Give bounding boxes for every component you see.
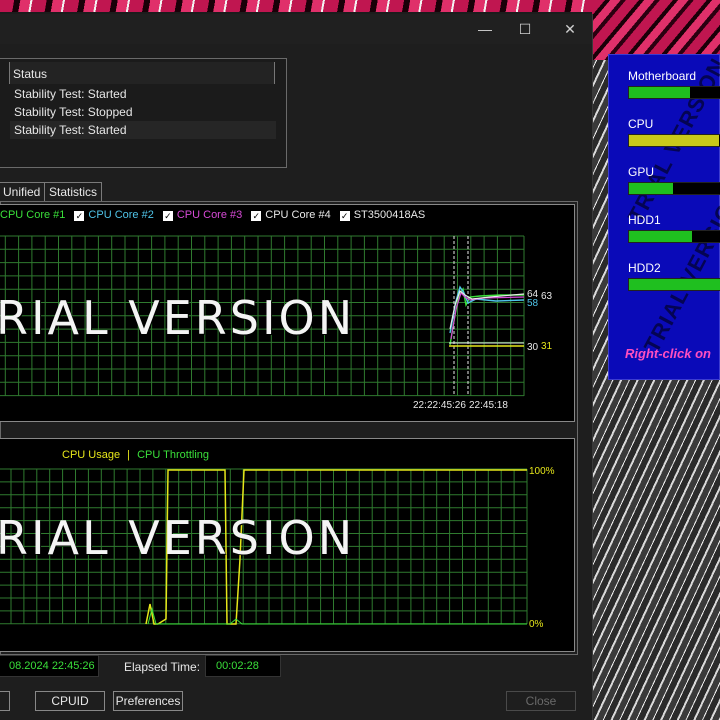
gadget-sensor-bar	[628, 134, 720, 147]
time-label-start: 22:	[413, 400, 427, 411]
status-list[interactable]: Status Stability Test: Started Stability…	[0, 58, 287, 168]
value-label-hdd: 30	[527, 342, 539, 353]
usage-min-label: 0%	[529, 619, 544, 630]
status-column-header[interactable]: Status	[9, 62, 275, 84]
cpu-usage-graph: CPU Usage | CPU Throttling RIAL VERSION …	[0, 438, 575, 652]
preferences-button[interactable]: Preferences	[113, 691, 183, 711]
gadget-sensor-hdd1: HDD1	[628, 213, 720, 243]
close-window-button[interactable]: ✕	[561, 20, 579, 38]
gadget-sensor-label: Motherboard	[628, 69, 697, 83]
gadget-sensor-fill	[629, 87, 690, 98]
start-time-field: 08.2024 22:45:26	[0, 655, 99, 677]
graphs-panel: CPU Core #1 ✓ CPU Core #2 ✓ CPU Core #3 ✓ CPU …	[0, 201, 578, 655]
gadget-sensor-label: HDD1	[628, 213, 661, 227]
close-button[interactable]: Close	[506, 691, 576, 711]
status-header-label: Status	[13, 67, 48, 81]
gadget-sensor-cpu: CPU	[628, 117, 720, 147]
gadget-sensor-bar	[628, 230, 720, 243]
temperature-graph: CPU Core #1 ✓ CPU Core #2 ✓ CPU Core #3 ✓ CPU …	[0, 204, 575, 422]
wallpaper-strip	[0, 0, 600, 12]
value-label-core2: 58	[527, 298, 539, 309]
tab-statistics[interactable]: Statistics	[44, 182, 103, 202]
time-label-current: 22:45:26	[427, 400, 466, 411]
value-label-hdd-max: 31	[541, 341, 553, 352]
time-label-previous: 22:45:18	[469, 400, 508, 411]
elapsed-time-field: 00:02:28	[205, 655, 281, 677]
gadget-hint: Right-click on	[625, 346, 711, 361]
elapsed-time-label: Elapsed Time:	[124, 660, 201, 674]
gadget-sensor-label: HDD2	[628, 261, 661, 275]
trial-watermark: RIAL VERSION	[0, 291, 356, 345]
status-row[interactable]: Stability Test: Started	[10, 85, 276, 103]
clear-button[interactable]	[0, 691, 10, 711]
wallpaper-top	[592, 0, 720, 60]
gadget-sensor-gpu: GPU	[628, 165, 720, 195]
gadget-sensor-bar	[628, 278, 720, 291]
gadget-sensor-motherboard: Motherboard	[628, 69, 720, 99]
minimize-button[interactable]: —	[476, 20, 494, 38]
tab-unified[interactable]: Unified	[0, 182, 46, 202]
gadget-sensor-hdd2: HDD2	[628, 261, 720, 291]
gadget-sensor-label: CPU	[628, 117, 654, 131]
usage-max-label: 100%	[529, 466, 555, 477]
value-label-core1: 63	[541, 291, 553, 302]
maximize-button[interactable]: ☐	[516, 20, 534, 38]
gadget-sensor-label: GPU	[628, 165, 655, 179]
gadget-sensor-fill	[629, 279, 720, 290]
title-bar: — ☐ ✕	[0, 14, 592, 44]
status-row[interactable]: Stability Test: Started	[10, 121, 276, 139]
status-row[interactable]: Stability Test: Stopped	[10, 103, 276, 121]
sensor-gadget[interactable]: TRIAL VERSION TRIAL VERSION Motherboard C…	[608, 54, 720, 380]
gadget-sensor-fill	[629, 231, 692, 242]
trial-watermark-usage: RIAL VERSION	[0, 511, 356, 565]
gadget-sensor-bar	[628, 86, 720, 99]
gadget-sensor-bar	[628, 182, 720, 195]
gadget-sensor-fill	[629, 183, 674, 194]
stability-test-window: — ☐ ✕ Status Stability Test: Started Sta…	[0, 14, 593, 720]
gadget-sensor-fill	[629, 135, 720, 146]
cpuid-button[interactable]: CPUID	[35, 691, 105, 711]
